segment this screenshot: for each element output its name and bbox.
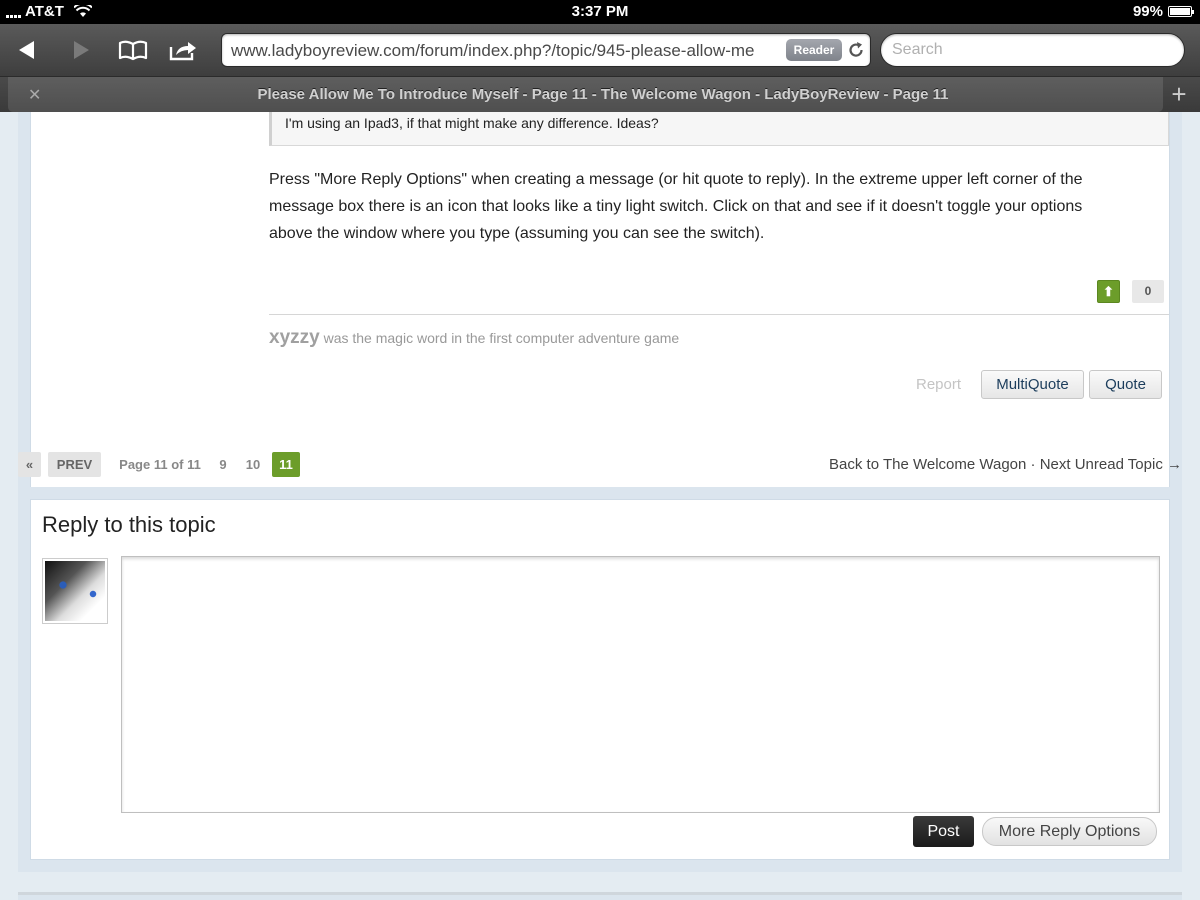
tab-bar: ✕ Please Allow Me To Introduce Myself - … (0, 76, 1200, 112)
quote-block: I'm using an Ipad3, if that might make a… (269, 112, 1169, 146)
clock: 3:37 PM (571, 3, 629, 20)
more-reply-options-button[interactable]: More Reply Options (982, 817, 1157, 846)
link-separator: · (1030, 456, 1036, 473)
status-bar: AT&T 3:37 PM 99% (0, 0, 1200, 24)
next-unread-topic-link[interactable]: Next Unread Topic → (1040, 456, 1182, 473)
post-body: Press "More Reply Options" when creating… (269, 166, 1159, 247)
bookmarks-button[interactable] (116, 36, 150, 64)
back-arrow-icon (19, 41, 34, 59)
page-link-9[interactable]: 9 (212, 452, 234, 477)
signature-divider (269, 314, 1169, 315)
page-link-10[interactable]: 10 (240, 452, 266, 477)
topic-nav-links: Back to The Welcome Wagon · Next Unread … (829, 456, 1182, 473)
address-bar[interactable]: www.ladyboyreview.com/forum/index.php?/t… (221, 33, 871, 67)
forward-button[interactable] (64, 36, 98, 64)
post-body-line: above the window where you type (assumin… (269, 225, 765, 242)
reply-panel: Reply to this topic Post More Reply Opti… (30, 499, 1170, 860)
reply-textarea[interactable] (121, 556, 1160, 813)
battery-percent: 99% (1132, 3, 1163, 20)
bookmarks-book-icon (118, 40, 148, 61)
share-button[interactable] (166, 36, 200, 64)
next-section-edge (18, 892, 1182, 900)
cat-avatar-image (45, 561, 105, 621)
post-body-line: message box there is an icon that looks … (269, 198, 1083, 215)
signature-word: xyzzy (269, 327, 320, 348)
reader-button[interactable]: Reader (786, 39, 842, 61)
share-arrow-icon (169, 42, 196, 61)
forum-post: I'm using an Ipad3, if that might make a… (18, 112, 1182, 552)
url-text[interactable]: www.ladyboyreview.com/forum/index.php?/t… (231, 41, 776, 61)
back-to-forum-link[interactable]: Back to The Welcome Wagon (829, 456, 1026, 473)
browser-toolbar: www.ladyboyreview.com/forum/index.php?/t… (0, 24, 1200, 76)
active-tab[interactable]: ✕ Please Allow Me To Introduce Myself - … (8, 77, 1163, 112)
new-tab-button[interactable]: + (1164, 79, 1194, 109)
page-info: Page 11 of 11 (119, 457, 201, 472)
multiquote-button[interactable]: MultiQuote (981, 370, 1084, 399)
tab-title: Please Allow Me To Introduce Myself - Pa… (257, 86, 949, 103)
post-body-line: Press "More Reply Options" when creating… (269, 171, 1083, 188)
quote-button[interactable]: Quote (1089, 370, 1162, 399)
reload-icon[interactable] (846, 40, 866, 60)
back-button[interactable] (10, 36, 44, 64)
web-page: I'm using an Ipad3, if that might make a… (0, 112, 1200, 900)
signature: xyzzy was the magic word in the first co… (269, 327, 679, 349)
battery-icon (1168, 6, 1194, 17)
reply-section: Reply to this topic Post More Reply Opti… (18, 487, 1182, 872)
search-input[interactable] (880, 33, 1185, 67)
signature-text: was the magic word in the first computer… (319, 330, 680, 346)
prev-page-button[interactable]: PREV (48, 452, 101, 477)
pagination: « PREV Page 11 of 11 9 10 11 Back to The… (18, 450, 1182, 480)
post-button[interactable]: Post (913, 816, 974, 847)
battery-status: 99% (1132, 3, 1194, 20)
reply-title: Reply to this topic (42, 512, 216, 537)
reputation-count: 0 (1132, 280, 1164, 303)
first-page-button[interactable]: « (18, 452, 41, 477)
report-link[interactable]: Report (916, 376, 961, 393)
reputation-up-icon[interactable]: ⬆ (1097, 280, 1120, 303)
avatar (42, 558, 108, 624)
page-link-11-current[interactable]: 11 (272, 452, 300, 477)
forward-arrow-icon (74, 41, 89, 59)
